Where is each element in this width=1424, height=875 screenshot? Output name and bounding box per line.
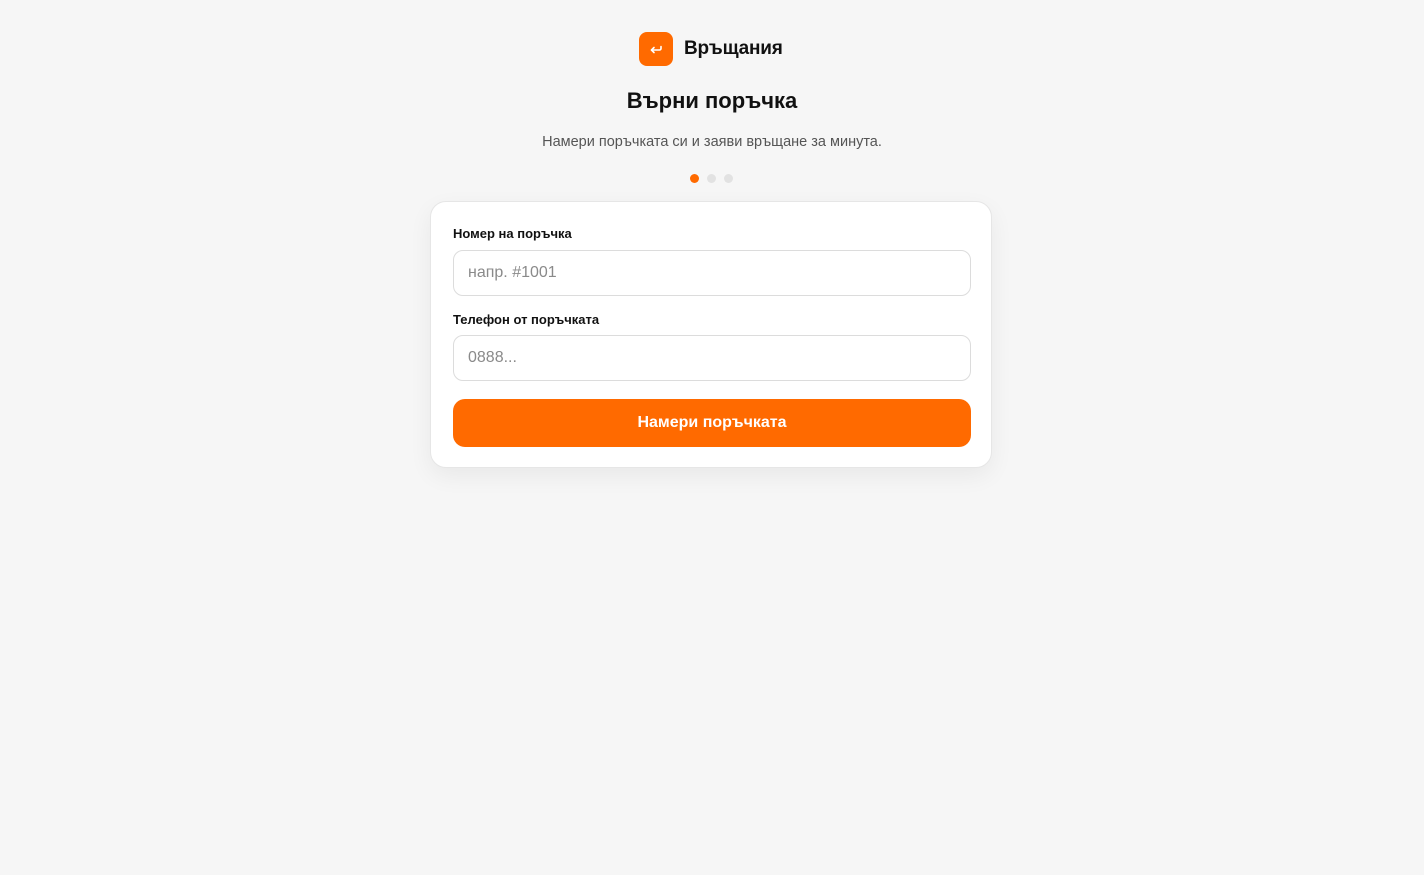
step-indicator — [690, 174, 733, 183]
order-number-input[interactable] — [453, 250, 971, 296]
brand-name: Връщания — [684, 38, 783, 59]
page-title: Върни поръчка — [626, 88, 798, 113]
return-arrow-icon — [639, 32, 673, 66]
step-dot-1-active — [690, 174, 699, 183]
phone-label: Телефон от поръчката — [453, 312, 600, 327]
step-dot-3 — [724, 174, 733, 183]
phone-input[interactable] — [453, 335, 971, 381]
brand: Връщания — [639, 32, 783, 66]
page-subtitle: Намери поръчката си и заяви връщане за м… — [542, 134, 882, 150]
step-dot-2 — [707, 174, 716, 183]
order-lookup-card: Номер на поръчка Телефон от поръчката На… — [430, 201, 992, 468]
find-order-button[interactable]: Намери поръчката — [453, 399, 971, 447]
order-number-label: Номер на поръчка — [453, 226, 572, 241]
